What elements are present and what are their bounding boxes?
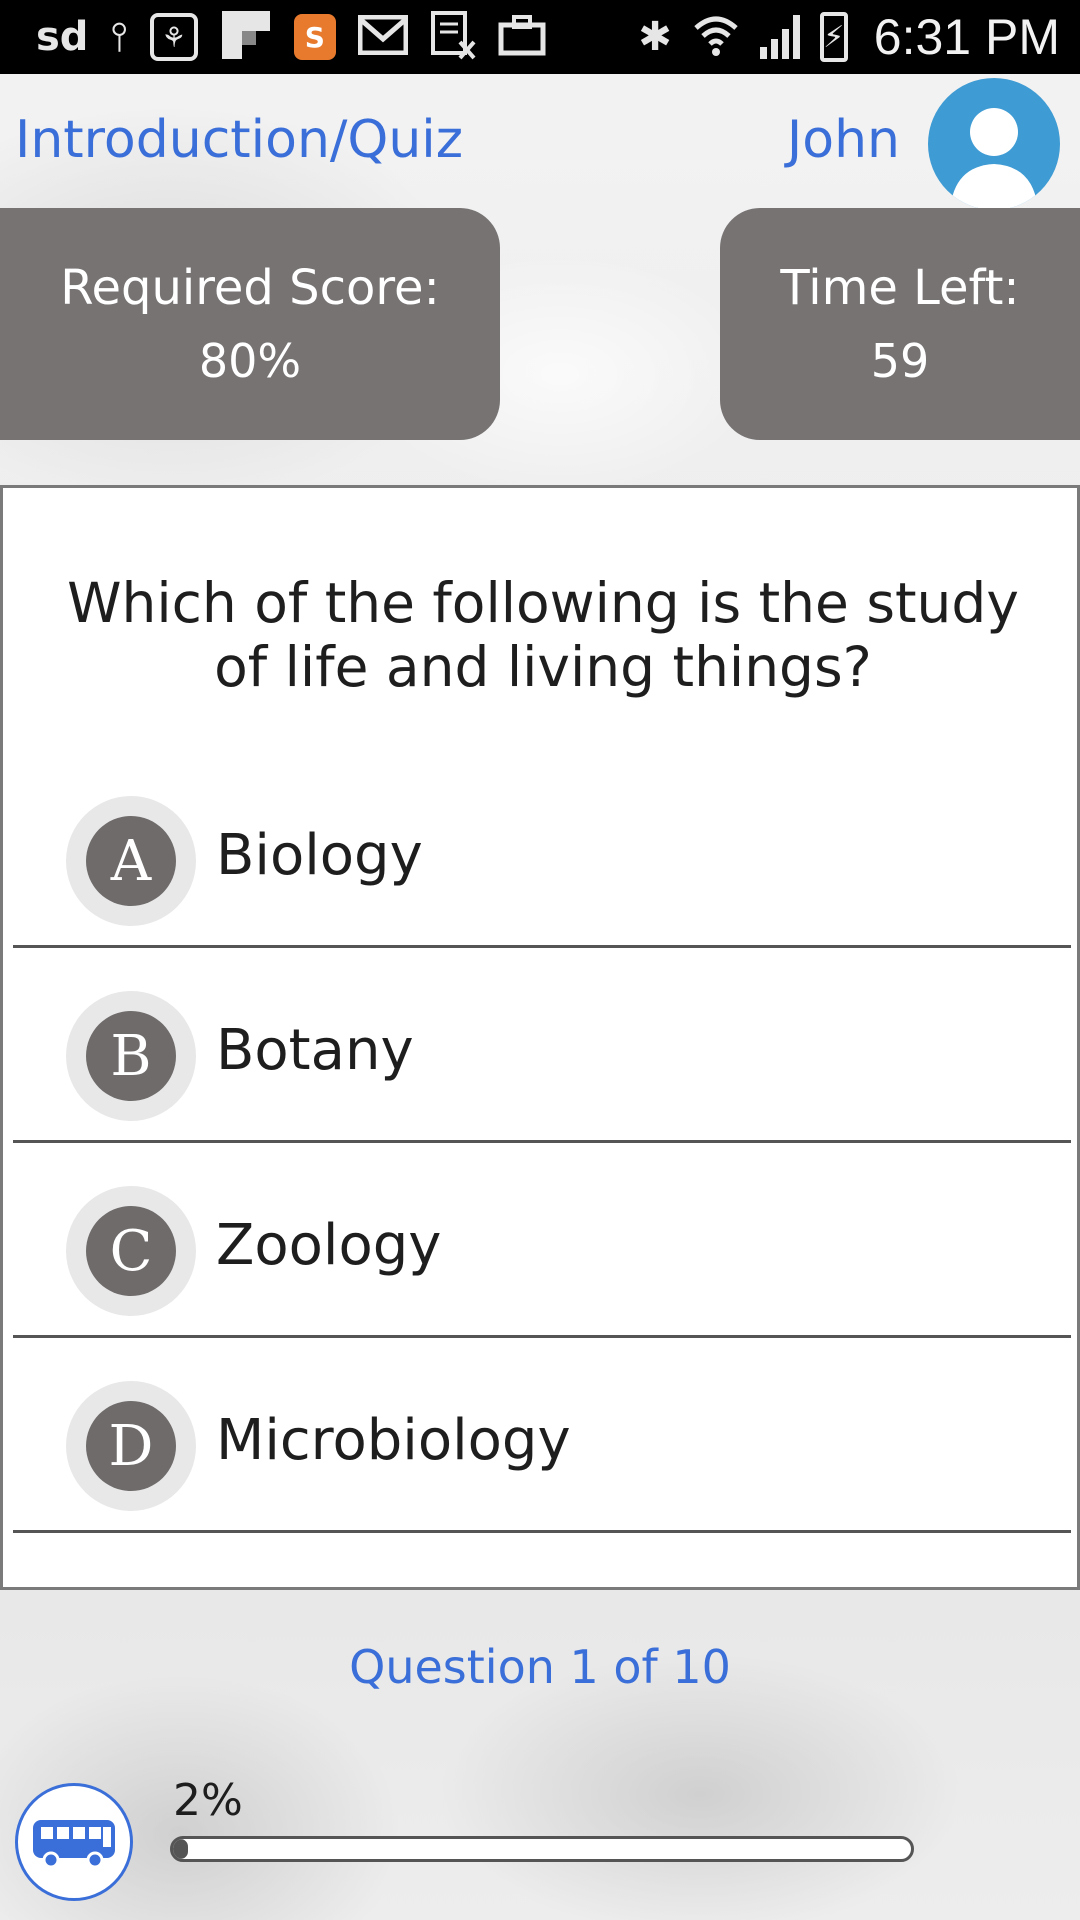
option-a-label: Biology: [216, 823, 423, 888]
required-score-value: 80%: [198, 334, 302, 388]
option-c-letter: C: [86, 1206, 176, 1296]
quiz-card: Which of the following is the study of l…: [0, 485, 1080, 1590]
bluetooth-icon: ✱: [638, 14, 672, 60]
question-counter: Question 1 of 10: [349, 1640, 731, 1694]
battery-charging-icon: ⚡: [819, 12, 848, 62]
required-score-label: Required Score:: [60, 260, 440, 316]
avatar[interactable]: [928, 78, 1060, 210]
time-left-label: Time Left:: [780, 260, 1020, 316]
briefcase-icon: [498, 13, 546, 61]
sd-card-icon: sd: [36, 14, 89, 60]
status-time: 6:31 PM: [873, 9, 1060, 65]
time-left-value: 59: [870, 334, 930, 388]
option-b[interactable]: B Botany: [13, 948, 1071, 1143]
option-d[interactable]: D Microbiology: [13, 1338, 1071, 1533]
progress-bar: [170, 1836, 914, 1862]
bus-button[interactable]: [15, 1783, 133, 1901]
status-bar: sd ⫯ ⚘ S ✱ ⚡ 6:31 PM: [0, 0, 1080, 74]
time-left-box: Time Left: 59: [720, 208, 1080, 440]
option-b-letter: B: [86, 1011, 176, 1101]
s-app-icon: S: [293, 14, 336, 60]
page-title[interactable]: Introduction/Quiz: [15, 110, 463, 170]
app-icon: ⚘: [149, 13, 198, 61]
calendar-icon: [430, 10, 476, 64]
option-c[interactable]: C Zoology: [13, 1143, 1071, 1338]
progress-percent: 2%: [173, 1775, 243, 1826]
signal-icon: [759, 15, 800, 59]
option-d-letter: D: [86, 1401, 176, 1491]
option-b-badge: B: [66, 991, 196, 1121]
bus-icon: [33, 1820, 115, 1869]
option-a-badge: A: [66, 796, 196, 926]
question-text: Which of the following is the study of l…: [67, 571, 1019, 699]
option-a-letter: A: [86, 816, 176, 906]
option-d-badge: D: [66, 1381, 196, 1511]
required-score-box: Required Score: 80%: [0, 208, 500, 440]
user-name[interactable]: John: [787, 110, 900, 170]
progress-bar-fill: [173, 1839, 188, 1859]
option-c-badge: C: [66, 1186, 196, 1316]
option-d-label: Microbiology: [216, 1408, 571, 1473]
option-c-label: Zoology: [216, 1213, 442, 1278]
gallery-icon: [220, 9, 272, 65]
option-a[interactable]: A Biology: [13, 753, 1071, 948]
usb-icon: ⫯: [110, 14, 128, 60]
user-icon: [950, 108, 1038, 210]
wifi-icon: [692, 12, 740, 62]
option-b-label: Botany: [216, 1018, 414, 1083]
gmail-icon: [357, 14, 409, 59]
